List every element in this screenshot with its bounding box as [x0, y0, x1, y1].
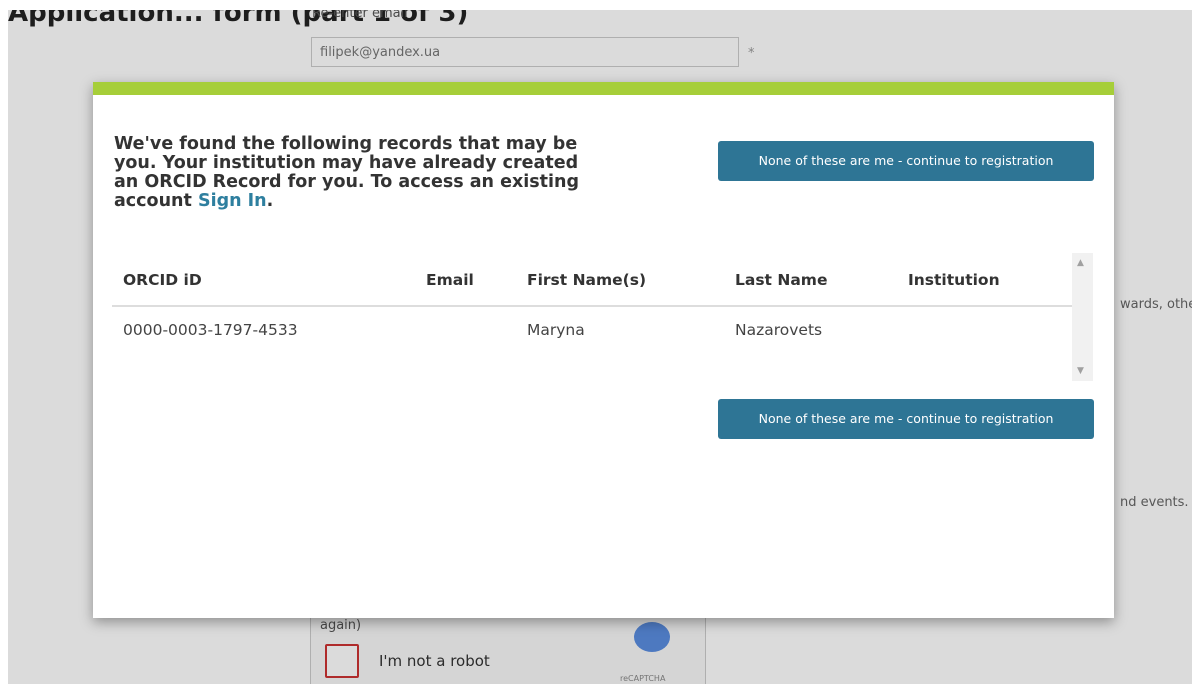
orcid-id-link[interactable]: 0000-0003-1797-4533 — [123, 307, 298, 353]
continue-to-registration-button[interactable]: None of these are me - continue to regis… — [718, 141, 1094, 181]
row-first-name: Maryna — [527, 321, 585, 339]
table-scrollbar[interactable]: ▲ ▼ — [1072, 253, 1093, 381]
row-last-name: Nazarovets — [735, 321, 823, 339]
modal-accent-bar — [93, 82, 1114, 95]
modal-message: We've found the following records that m… — [114, 135, 584, 211]
sign-in-link[interactable]: Sign In — [198, 191, 267, 211]
header-institution: Institution — [908, 271, 1000, 289]
header-first-name: First Name(s) — [527, 271, 647, 289]
modal-message-text: We've found the following records that m… — [114, 134, 580, 211]
continue-to-registration-button-bottom[interactable]: None of these are me - continue to regis… — [718, 399, 1094, 439]
duplicate-records-modal: We've found the following records that m… — [93, 82, 1114, 618]
table-row: 0000-0003-1797-4533 Maryna Nazarovets — [112, 307, 1072, 355]
scroll-down-icon[interactable]: ▼ — [1077, 366, 1084, 376]
header-orcid-id: ORCID iD — [123, 271, 202, 289]
scroll-up-icon[interactable]: ▲ — [1077, 258, 1084, 268]
modal-message-end: . — [266, 191, 274, 211]
header-last-name: Last Name — [735, 271, 828, 289]
header-email: Email — [426, 271, 474, 289]
records-table: ORCID iD Email First Name(s) Last Name I… — [112, 255, 1072, 377]
table-header: ORCID iD Email First Name(s) Last Name I… — [112, 255, 1072, 307]
